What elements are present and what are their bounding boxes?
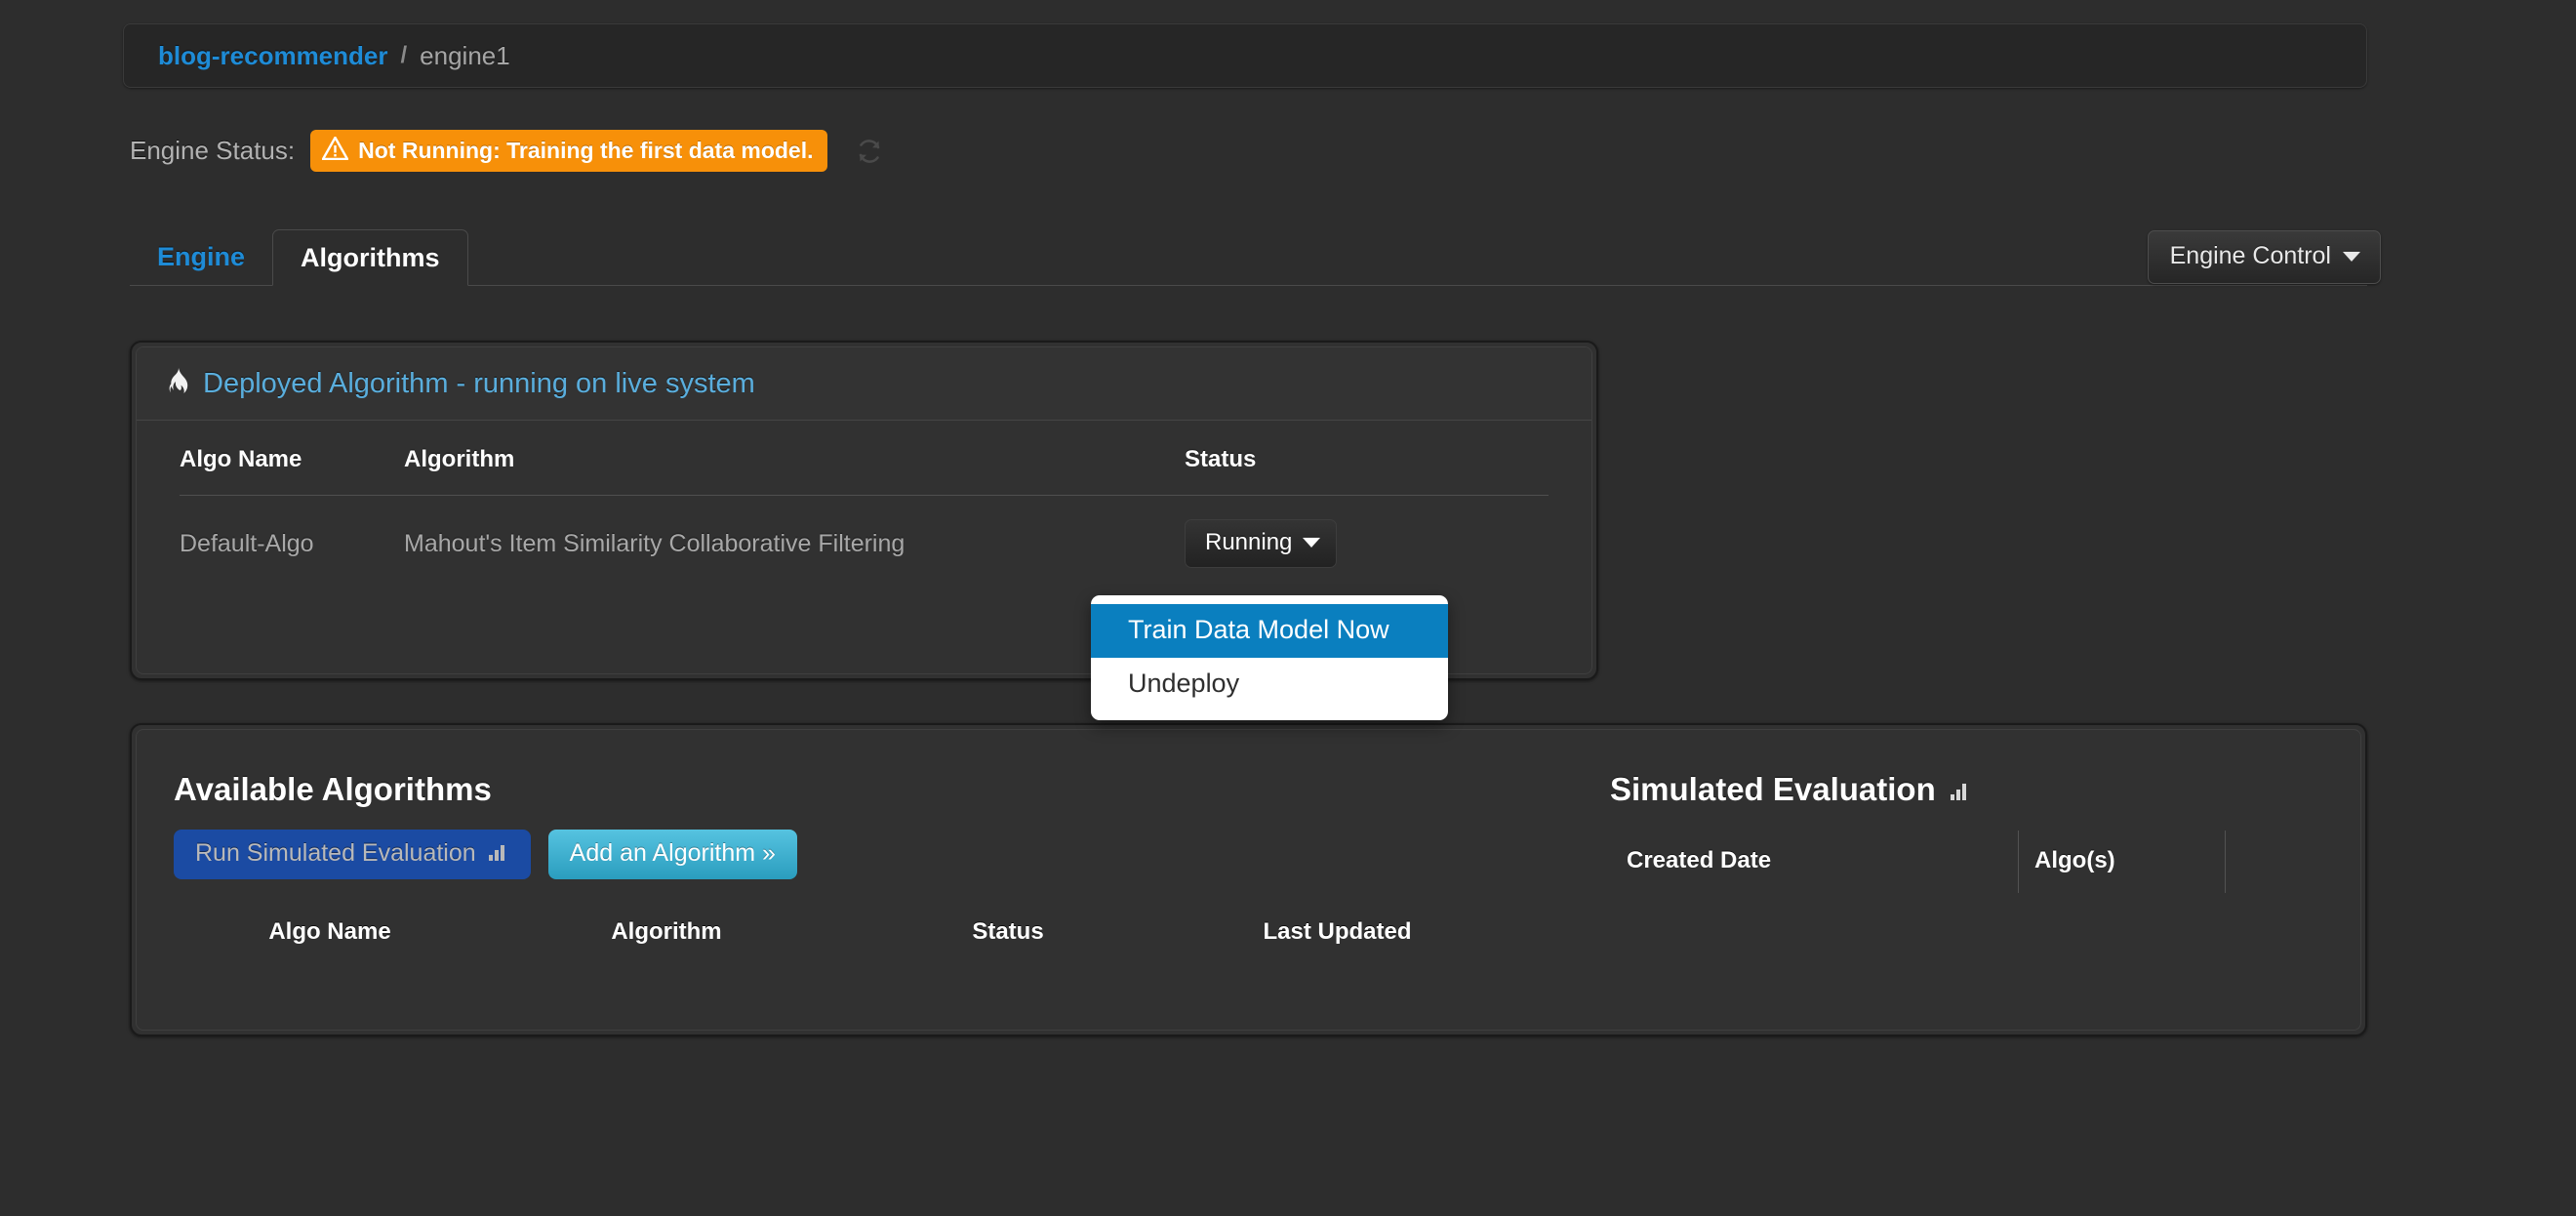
breadcrumb-separator: / <box>400 42 408 68</box>
column-header-algos: Algo(s) <box>2018 831 2226 893</box>
table-header-row: Algo Name Algorithm Status Last Updated <box>174 905 1506 959</box>
deployed-panel-title: Deployed Algorithm - running on live sys… <box>203 368 755 400</box>
warning-triangle-icon <box>321 136 349 164</box>
add-an-algorithm-label: Add an Algorithm » <box>569 839 776 867</box>
column-header-created-date: Created Date <box>1611 831 2019 893</box>
simulated-evaluation-table: Created Date Algo(s) <box>1610 830 2299 894</box>
run-simulated-evaluation-label: Run Simulated Evaluation <box>195 839 476 867</box>
breadcrumb-root-link[interactable]: blog-recommender <box>158 41 388 71</box>
cell-status: Running <box>1185 496 1549 592</box>
add-an-algorithm-button[interactable]: Add an Algorithm » <box>547 830 797 879</box>
status-dropdown-label: Running <box>1205 529 1293 555</box>
run-simulated-evaluation-button[interactable]: Run Simulated Evaluation <box>174 830 531 879</box>
table-header-row: Algo Name Algorithm Status <box>180 421 1549 496</box>
tab-bar: Engine Algorithms <box>130 229 2367 286</box>
engine-status-row: Engine Status: Not Running: Training the… <box>130 130 886 172</box>
column-header-algo-name: Algo Name <box>268 918 391 945</box>
status-badge: Not Running: Training the first data mod… <box>310 130 827 172</box>
tab-engine[interactable]: Engine <box>130 229 272 285</box>
chevron-down-icon <box>2343 251 2360 262</box>
breadcrumb: blog-recommender / engine1 <box>123 23 2367 88</box>
column-header-algo-name: Algo Name <box>180 421 404 496</box>
column-header-algorithm: Algorithm <box>404 421 1185 496</box>
available-algorithms-table: Algo Name Algorithm Status Last Updated <box>174 905 1506 959</box>
breadcrumb-current: engine1 <box>420 40 510 70</box>
status-dropdown-button[interactable]: Running <box>1185 519 1338 568</box>
available-algorithms-section: Available Algorithms Run Simulated Evalu… <box>137 730 1610 1030</box>
table-row: Default-Algo Mahout's Item Similarity Co… <box>180 496 1549 592</box>
column-header-last-updated: Last Updated <box>1263 918 1412 945</box>
deployed-panel-header: Deployed Algorithm - running on live sys… <box>137 347 1591 421</box>
chevron-down-icon <box>1303 538 1321 547</box>
algorithms-bottom-panel: Available Algorithms Run Simulated Evalu… <box>130 723 2367 1036</box>
cell-algorithm: Mahout's Item Similarity Collaborative F… <box>404 529 906 557</box>
column-header-algorithm: Algorithm <box>611 918 722 945</box>
engine-control-label: Engine Control <box>2169 242 2331 269</box>
simulated-evaluation-section: Simulated Evaluation Created Date Algo(s… <box>1610 730 2360 1030</box>
fire-icon <box>166 367 189 400</box>
menu-item-undeploy[interactable]: Undeploy <box>1091 658 1448 711</box>
deployed-algorithm-table: Algo Name Algorithm Status Default-Algo … <box>180 421 1549 591</box>
cell-algo-name: Default-Algo <box>180 529 314 557</box>
column-header-actions <box>2226 831 2299 893</box>
status-dropdown-menu: Train Data Model Now Undeploy <box>1091 595 1448 720</box>
available-algorithms-actions: Run Simulated Evaluation Add an Algorith… <box>174 830 1610 879</box>
simulated-evaluation-title: Simulated Evaluation <box>1610 771 2360 808</box>
menu-item-train-data-model-now[interactable]: Train Data Model Now <box>1091 604 1448 658</box>
bar-chart-icon <box>488 841 509 866</box>
bar-chart-icon <box>1950 771 1971 808</box>
status-badge-text: Not Running: Training the first data mod… <box>358 137 814 163</box>
column-header-status: Status <box>1185 421 1549 496</box>
refresh-icon[interactable] <box>853 135 886 168</box>
column-header-status: Status <box>972 918 1044 945</box>
available-algorithms-title: Available Algorithms <box>174 771 492 807</box>
deployed-panel-title-strong: Deployed Algorithm <box>203 367 449 399</box>
tab-algorithms[interactable]: Algorithms <box>272 229 468 286</box>
table-header-row: Created Date Algo(s) <box>1611 831 2299 893</box>
simulated-evaluation-title-text: Simulated Evaluation <box>1610 771 1936 807</box>
deployed-panel-title-rest: - running on live system <box>448 367 755 399</box>
engine-control-button[interactable]: Engine Control <box>2147 230 2381 284</box>
engine-status-label: Engine Status: <box>130 136 296 165</box>
